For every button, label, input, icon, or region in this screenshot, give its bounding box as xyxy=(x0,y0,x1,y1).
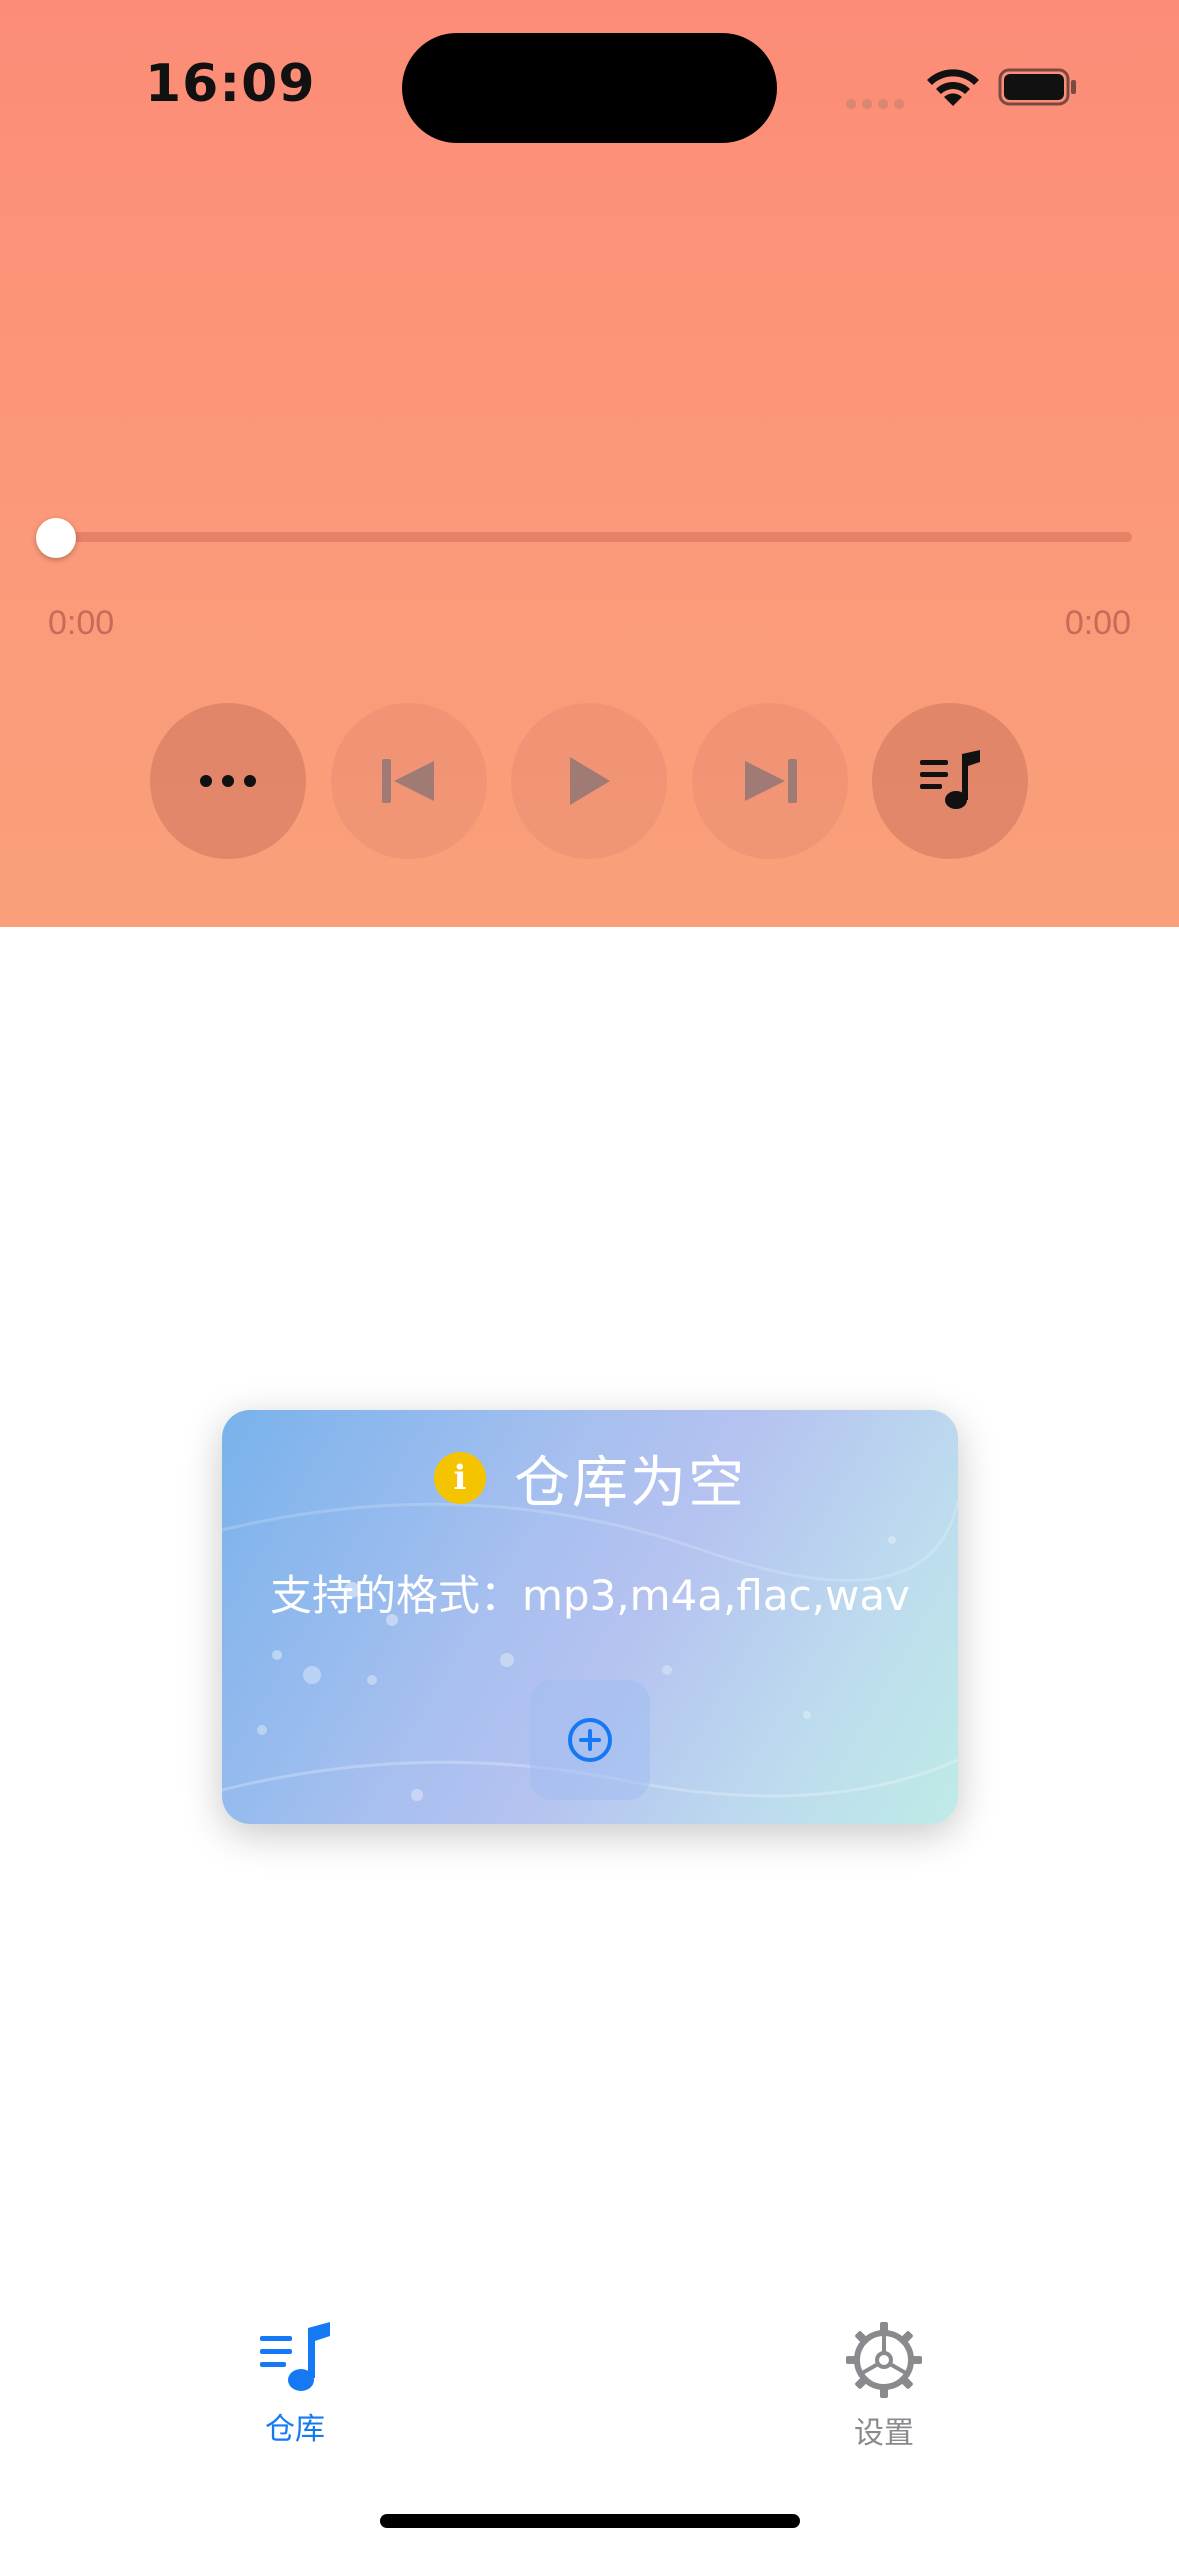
plus-circle-icon xyxy=(568,1718,612,1762)
player-panel: 16:09 0:00 0:00 xyxy=(0,0,1179,927)
play-button[interactable] xyxy=(511,703,667,859)
previous-track-icon xyxy=(382,759,434,803)
empty-library-card: i 仓库为空 支持的格式：mp3,m4a,flac,wav xyxy=(222,1410,958,1824)
progress-slider[interactable] xyxy=(46,532,1132,542)
home-indicator xyxy=(380,2514,800,2528)
battery-icon xyxy=(998,68,1076,106)
progress-thumb[interactable] xyxy=(36,518,76,558)
music-library-icon xyxy=(260,2322,330,2391)
card-title-row: i 仓库为空 xyxy=(222,1438,958,1518)
elapsed-time: 0:00 xyxy=(48,604,115,642)
playlist-icon xyxy=(920,750,980,809)
next-track-icon xyxy=(745,759,797,803)
more-button[interactable] xyxy=(150,703,306,859)
add-music-button[interactable] xyxy=(530,1680,650,1800)
tab-settings-label: 设置 xyxy=(854,2416,914,2451)
dynamic-island xyxy=(402,33,777,143)
status-time: 16:09 xyxy=(145,54,316,114)
settings-gear-icon xyxy=(846,2322,922,2398)
tab-settings[interactable]: 设置 xyxy=(784,2322,984,2452)
more-icon xyxy=(200,775,256,787)
info-icon: i xyxy=(434,1452,486,1504)
previous-track-button[interactable] xyxy=(331,703,487,859)
playlist-button[interactable] xyxy=(872,703,1028,859)
supported-formats-text: 支持的格式：mp3,m4a,flac,wav xyxy=(270,1571,910,1620)
play-icon xyxy=(570,757,610,805)
tab-library-label: 仓库 xyxy=(265,2412,325,2447)
tab-library[interactable]: 仓库 xyxy=(195,2322,395,2448)
cellular-signal-icon xyxy=(846,94,910,113)
total-duration: 0:00 xyxy=(1064,604,1131,642)
wifi-icon xyxy=(927,69,979,106)
next-track-button[interactable] xyxy=(692,703,848,859)
empty-library-title: 仓库为空 xyxy=(514,1450,746,1516)
